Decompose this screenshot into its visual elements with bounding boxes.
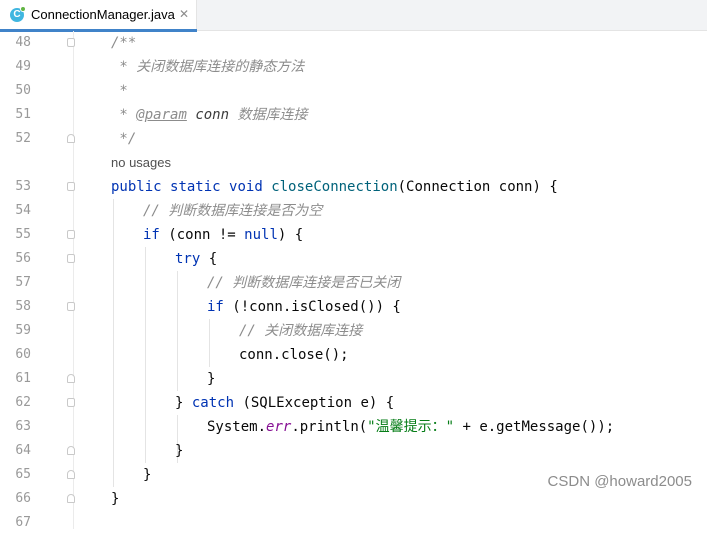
tab-title: ConnectionManager.java xyxy=(31,7,175,22)
fold-icon[interactable] xyxy=(67,398,75,407)
line-number: 67 xyxy=(15,515,31,530)
fold-end-icon[interactable] xyxy=(67,446,75,455)
code-text: } xyxy=(111,491,120,507)
code-line-58: 58 if (!conn.isClosed()) { xyxy=(0,295,707,319)
java-class-icon: C xyxy=(10,6,26,22)
code-text: if (conn != null) { xyxy=(143,227,304,243)
javadoc-param-name: conn xyxy=(195,107,230,123)
line-number: 49 xyxy=(15,59,31,74)
code-text: } catch (SQLException e) { xyxy=(175,395,395,411)
code-editor[interactable]: 48 /** 49 * 关闭数据库连接的静态方法 50 * 51 * @para… xyxy=(0,31,707,530)
code-text: // 判断数据库连接是否为空 xyxy=(143,203,323,219)
line-number: 58 xyxy=(15,299,31,314)
code-text: */ xyxy=(111,131,137,147)
code-line-64: 64 } xyxy=(0,439,707,463)
code-line-62: 62 } catch (SQLException e) { xyxy=(0,391,707,415)
code-text: System.err.println("温馨提示：" + e.getMessag… xyxy=(207,419,615,435)
code-text: try { xyxy=(175,251,218,267)
fold-icon[interactable] xyxy=(67,38,75,47)
code-text: public static void closeConnection(Conne… xyxy=(111,179,558,195)
code-line-67: 67 xyxy=(0,511,707,530)
code-line-66: 66 } xyxy=(0,487,707,511)
line-number: 62 xyxy=(15,395,31,410)
code-text: /** xyxy=(111,35,137,51)
line-number: 56 xyxy=(15,251,31,266)
fold-end-icon[interactable] xyxy=(67,374,75,383)
fold-icon[interactable] xyxy=(67,182,75,191)
line-number: 55 xyxy=(15,227,31,242)
code-line-55: 55 if (conn != null) { xyxy=(0,223,707,247)
code-text: conn.close(); xyxy=(239,347,349,363)
code-line-50: 50 * xyxy=(0,79,707,103)
fold-end-icon[interactable] xyxy=(67,494,75,503)
fold-end-icon[interactable] xyxy=(67,470,75,479)
code-text: // 关闭数据库连接 xyxy=(239,323,363,339)
code-text: * xyxy=(111,83,128,99)
fold-icon[interactable] xyxy=(67,302,75,311)
line-number: 50 xyxy=(15,83,31,98)
code-line-63: 63 System.err.println("温馨提示：" + e.getMes… xyxy=(0,415,707,439)
line-number: 63 xyxy=(15,419,31,434)
line-number: 57 xyxy=(15,275,31,290)
watermark: CSDN @howard2005 xyxy=(547,473,692,490)
code-text: } xyxy=(143,467,152,483)
code-line-51: 51 * @param conn 数据库连接 xyxy=(0,103,707,127)
line-number: 59 xyxy=(15,323,31,338)
line-number: 60 xyxy=(15,347,31,362)
line-number: 52 xyxy=(15,131,31,146)
code-text: // 判断数据库连接是否已关闭 xyxy=(207,275,401,291)
line-number: 53 xyxy=(15,179,31,194)
line-number: 54 xyxy=(15,203,31,218)
code-text: * @param conn 数据库连接 xyxy=(111,107,308,123)
code-text: * 关闭数据库连接的静态方法 xyxy=(111,59,305,75)
line-number: 64 xyxy=(15,443,31,458)
code-line-57: 57 // 判断数据库连接是否已关闭 xyxy=(0,271,707,295)
code-text: if (!conn.isClosed()) { xyxy=(207,299,401,315)
string-literal: "温馨提示：" xyxy=(367,419,455,435)
editor-tab-bar: C ConnectionManager.java ✕ xyxy=(0,0,707,32)
code-line-53: 53 public static void closeConnection(Co… xyxy=(0,175,707,199)
code-line-52: 52 */ xyxy=(0,127,707,151)
usages-hint[interactable]: no usages xyxy=(111,151,171,175)
method-name: closeConnection xyxy=(271,179,398,195)
code-line-54: 54 // 判断数据库连接是否为空 xyxy=(0,199,707,223)
close-icon[interactable]: ✕ xyxy=(179,6,189,22)
fold-icon[interactable] xyxy=(67,254,75,263)
fold-end-icon[interactable] xyxy=(67,134,75,143)
code-line-56: 56 try { xyxy=(0,247,707,271)
code-line-60: 60 conn.close(); xyxy=(0,343,707,367)
line-number: 65 xyxy=(15,467,31,482)
code-line-59: 59 // 关闭数据库连接 xyxy=(0,319,707,343)
tab-connection-manager[interactable]: C ConnectionManager.java ✕ xyxy=(0,0,197,32)
javadoc-tag: @param xyxy=(136,107,187,123)
fold-icon[interactable] xyxy=(67,230,75,239)
code-text: } xyxy=(175,443,184,459)
code-line-61: 61 } xyxy=(0,367,707,391)
code-line-49: 49 * 关闭数据库连接的静态方法 xyxy=(0,55,707,79)
line-number: 66 xyxy=(15,491,31,506)
line-number: 61 xyxy=(15,371,31,386)
line-number: 48 xyxy=(15,35,31,50)
line-number: 51 xyxy=(15,107,31,122)
code-line-48: 48 /** xyxy=(0,31,707,55)
code-text: } xyxy=(207,371,216,387)
